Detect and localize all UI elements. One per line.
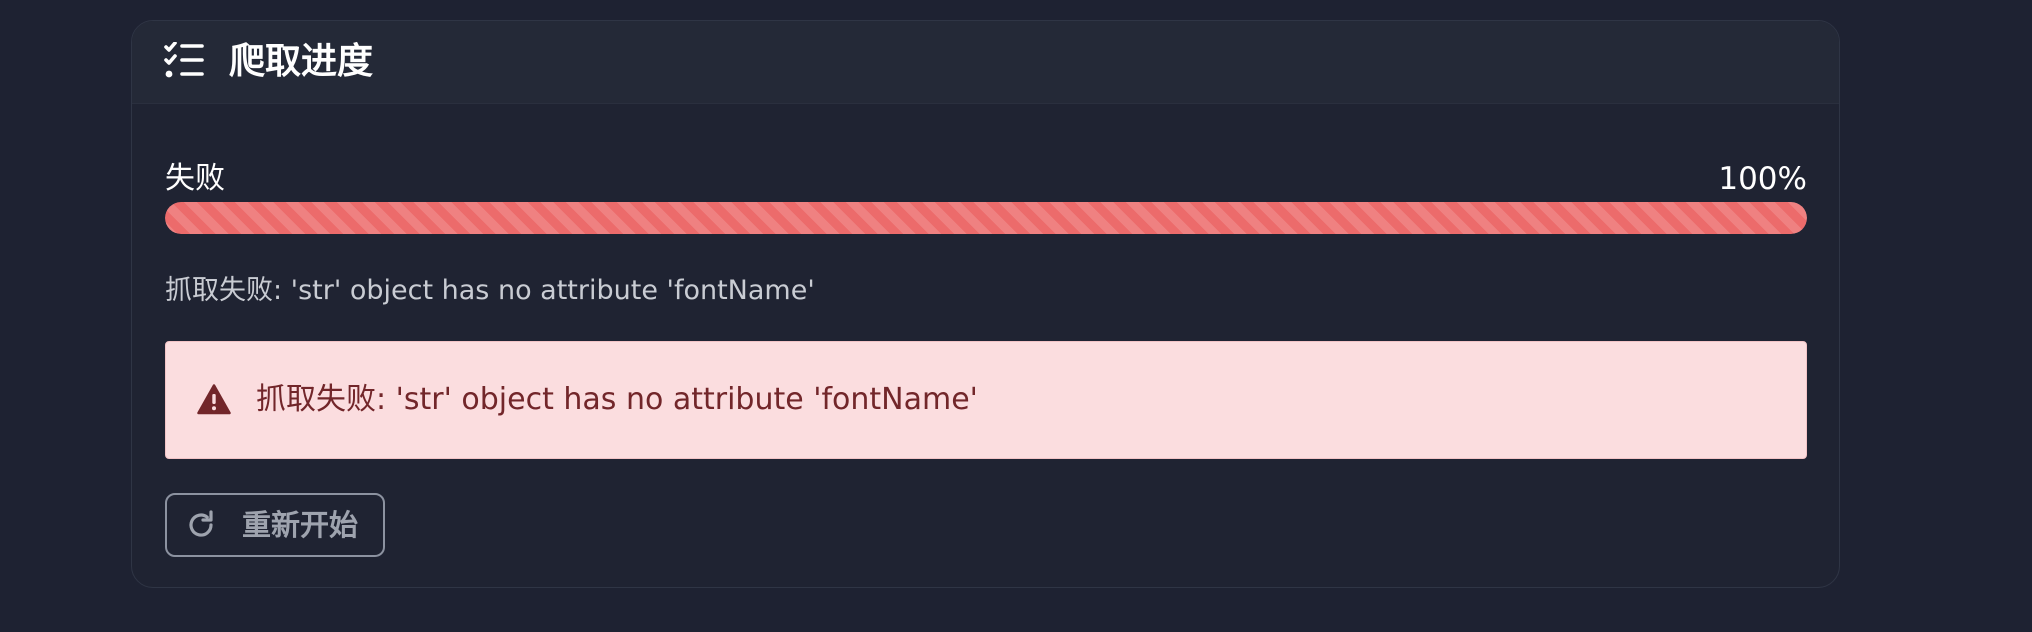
status-message: 抓取失败: 'str' object has no attribute 'fon… [165,275,815,306]
error-alert: 抓取失败: 'str' object has no attribute 'fon… [165,341,1807,459]
progress-card: 爬取进度 失败 100% 抓取失败: 'str' object has no a… [131,20,1840,588]
restart-button[interactable]: 重新开始 [165,493,385,557]
warning-triangle-icon [197,384,231,415]
progress-bar [165,202,1807,234]
refresh-icon [189,510,213,537]
progress-bar-fill [165,202,1807,234]
restart-button-label: 重新开始 [242,508,359,542]
progress-status-label: 失败 [165,161,225,196]
card-header: 爬取进度 [132,21,1839,104]
progress-percent-label: 100% [1718,161,1807,197]
error-alert-text: 抓取失败: 'str' object has no attribute 'fon… [256,382,978,417]
checklist-icon [164,42,204,78]
card-title: 爬取进度 [229,41,374,82]
